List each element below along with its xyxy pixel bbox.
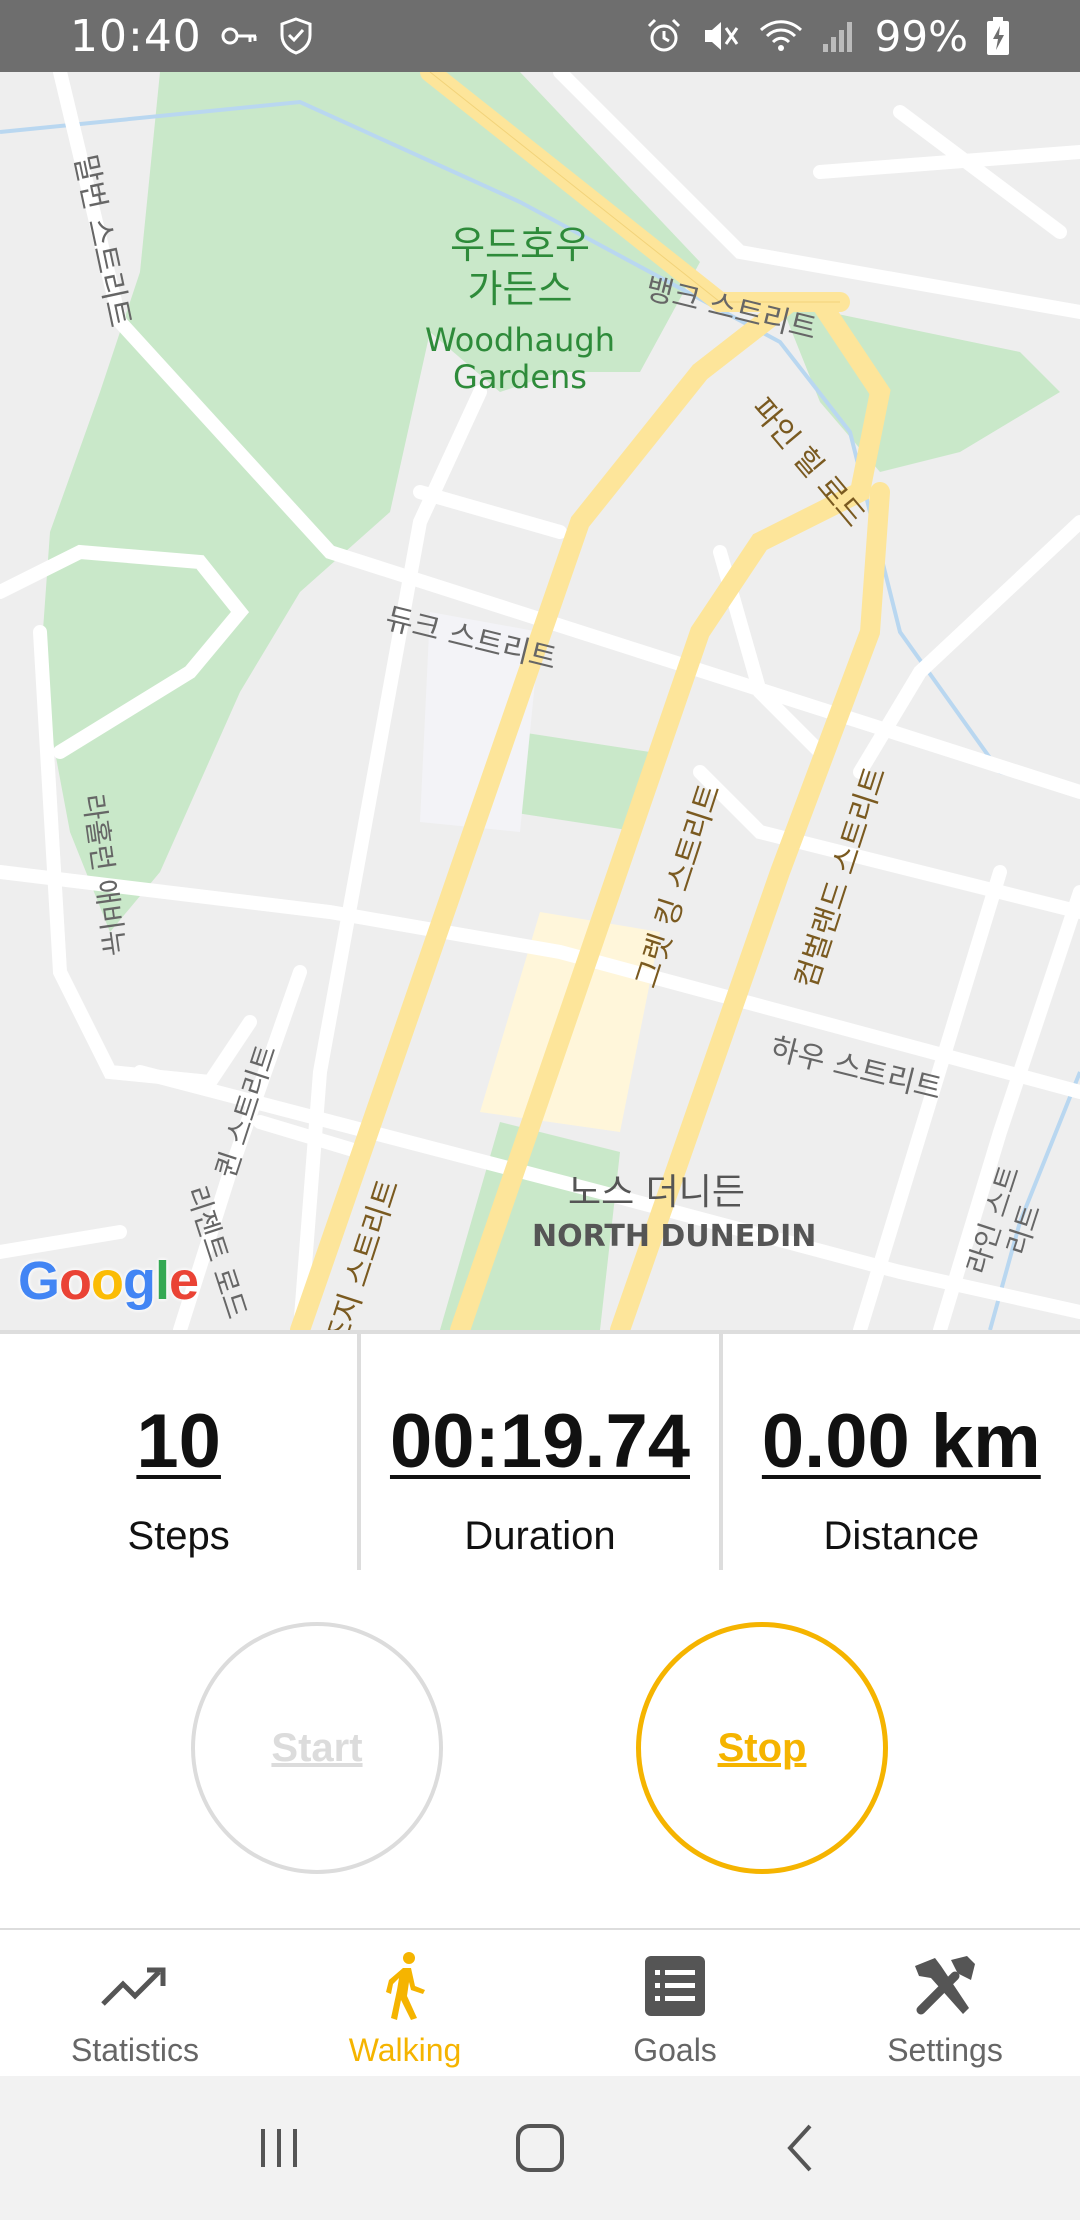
bottom-nav: Statistics Walking Goals Settings: [0, 1928, 1080, 2076]
distance-value: 0.00 km: [761, 1399, 1041, 1484]
back-button[interactable]: [755, 2103, 845, 2193]
google-logo: Google: [18, 1251, 199, 1311]
mute-icon: [701, 17, 741, 55]
tools-icon: [909, 1950, 981, 2022]
steps-value: 10: [136, 1399, 221, 1484]
map-label-north-dunedin-en: NORTH DUNEDIN: [532, 1219, 817, 1254]
nav-item-goals[interactable]: Goals: [540, 1930, 810, 2076]
steps-stat: 10 Steps: [0, 1334, 357, 1570]
duration-label: Duration: [464, 1514, 616, 1558]
battery-charging-icon: [986, 16, 1010, 56]
nav-label-statistics: Statistics: [70, 2032, 200, 2068]
stats-panel: 10 Steps 00:19.74 Duration 0.00 km Dista…: [0, 1330, 1080, 1570]
key-icon: [220, 21, 260, 51]
controls: Start Stop: [0, 1570, 1080, 1930]
signal-icon: [821, 18, 857, 54]
map-label-north-dunedin-ko: 노스 더니든: [568, 1172, 746, 1213]
map-label-gardens-en: Woodhaugh Gardens: [425, 321, 615, 396]
status-left: 10:40: [70, 11, 314, 62]
nav-item-settings[interactable]: Settings: [810, 1930, 1080, 2076]
start-button[interactable]: Start: [191, 1622, 443, 1874]
distance-stat: 0.00 km Distance: [718, 1334, 1080, 1570]
home-button[interactable]: [495, 2103, 585, 2193]
distance-label: Distance: [823, 1514, 980, 1558]
duration-value: 00:19.74: [389, 1399, 690, 1484]
nav-label-settings: Settings: [887, 2032, 1003, 2068]
list-icon: [639, 1950, 711, 2022]
nav-label-walking: Walking: [348, 2032, 462, 2068]
map-view[interactable]: 우드호우 가든스 Woodhaugh Gardens 뱅크 스트리트 파인 힐 …: [0, 72, 1080, 1330]
recent-apps-button[interactable]: [235, 2103, 325, 2193]
status-bar: 10:40 99%: [0, 0, 1080, 72]
alarm-icon: [645, 17, 683, 55]
system-nav-bar: [0, 2076, 1080, 2220]
status-right: 99%: [645, 12, 1010, 61]
stop-button[interactable]: Stop: [636, 1622, 888, 1874]
duration-stat: 00:19.74 Duration: [357, 1334, 718, 1570]
map-label-gardens-ko: 우드호우 가든스: [450, 223, 590, 311]
steps-label: Steps: [127, 1514, 230, 1558]
trending-up-icon: [99, 1950, 171, 2022]
nav-item-walking[interactable]: Walking: [270, 1930, 540, 2076]
status-time: 10:40: [70, 10, 202, 62]
wifi-icon: [759, 18, 803, 54]
nav-item-statistics[interactable]: Statistics: [0, 1930, 270, 2076]
shield-icon: [278, 16, 314, 56]
walking-icon: [369, 1950, 441, 2022]
battery-percent: 99%: [874, 11, 968, 61]
nav-label-goals: Goals: [633, 2032, 717, 2068]
